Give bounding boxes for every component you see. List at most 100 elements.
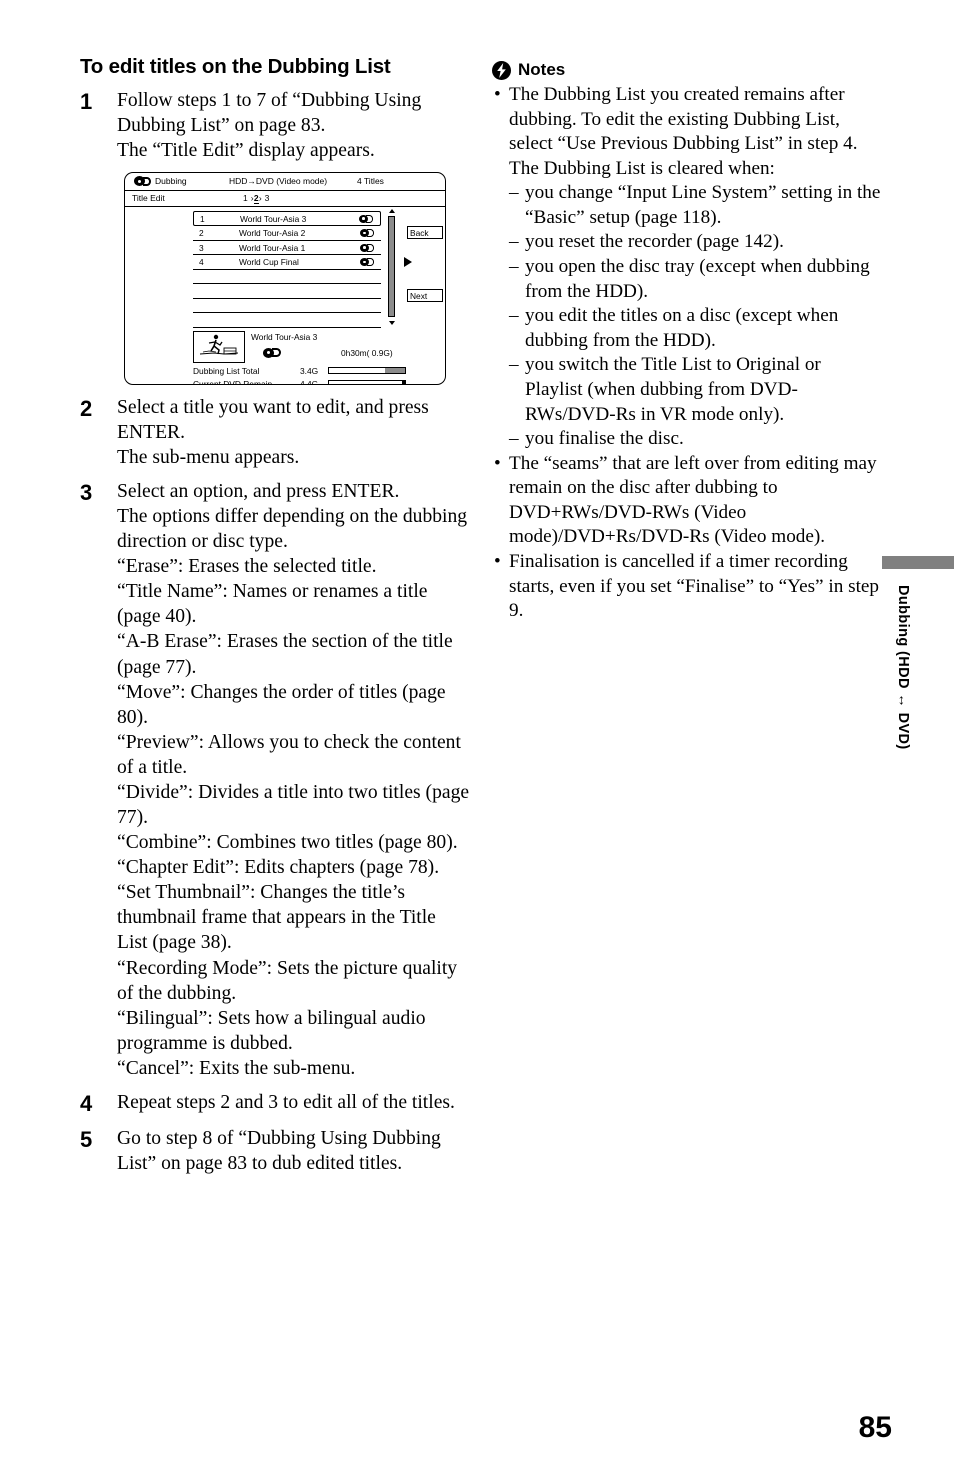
row-title: World Tour-Asia 3 bbox=[240, 213, 307, 224]
row-disc-icon bbox=[359, 214, 374, 223]
step-5: 5 Go to step 8 of “Dubbing Using Dubbing… bbox=[80, 1126, 470, 1176]
note-subitem: you change “Input Line System” setting i… bbox=[509, 181, 882, 230]
row-title: World Cup Final bbox=[239, 257, 299, 268]
note-item: The Dubbing List you created remains aft… bbox=[492, 83, 882, 452]
step-3: 3 Select an option, and press ENTER. The… bbox=[80, 479, 470, 1081]
meter-label: Current DVD Remain bbox=[193, 378, 273, 385]
step-line: “Divide”: Divides a title into two title… bbox=[117, 781, 470, 829]
step-text: Select an option, and press ENTER. The o… bbox=[117, 479, 470, 1081]
step-line: “Recording Mode”: Sets the picture quali… bbox=[117, 957, 458, 1004]
next-button[interactable]: Next bbox=[407, 288, 443, 302]
step-line: “Bilingual”: Sets how a bilingual audio … bbox=[117, 1007, 426, 1054]
note-subitem: you finalise the disc. bbox=[509, 427, 882, 452]
screen-header-label: Dubbing bbox=[155, 176, 187, 187]
step-2: 2 Select a title you want to edit, and p… bbox=[80, 395, 470, 470]
step-line: Select an option, and press ENTER. bbox=[117, 481, 400, 503]
row-title: World Tour-Asia 2 bbox=[239, 228, 306, 239]
meter-label: Dubbing List Total bbox=[193, 365, 260, 376]
notes-header: Notes bbox=[492, 60, 882, 80]
side-tab-label: Dubbing (HDD ↔ DVD) bbox=[895, 585, 911, 750]
step-line: “Preview”: Allows you to check the conte… bbox=[117, 731, 461, 778]
page-title: To edit titles on the Dubbing List bbox=[80, 55, 391, 78]
meter-value: 4.4G bbox=[300, 378, 319, 385]
note-subitem: you reset the recorder (page 142). bbox=[509, 230, 882, 255]
page-number: 85 bbox=[858, 1411, 892, 1444]
note-subitem: you edit the titles on a disc (except wh… bbox=[509, 304, 882, 353]
meter-bar bbox=[328, 380, 406, 384]
row-number: 2 bbox=[199, 228, 204, 239]
step-line: Go to step 8 of “Dubbing Using Dubbing L… bbox=[117, 1127, 441, 1174]
row-number: 4 bbox=[199, 257, 204, 268]
step-line: “Chapter Edit”: Edits chapters (page 78)… bbox=[117, 857, 440, 879]
scrollbar-track[interactable] bbox=[388, 215, 395, 317]
table-row[interactable]: 3 World Tour-Asia 1 bbox=[193, 241, 381, 256]
side-chapter-tab: Dubbing (HDD ↔ DVD) bbox=[882, 556, 954, 750]
selected-title-label: World Tour-Asia 3 bbox=[251, 331, 318, 342]
scroll-down-arrow-icon[interactable] bbox=[388, 320, 395, 325]
row-number: 1 bbox=[200, 213, 205, 224]
table-row[interactable]: 1 World Tour-Asia 3 bbox=[193, 210, 381, 227]
step-text: Go to step 8 of “Dubbing Using Dubbing L… bbox=[117, 1126, 470, 1176]
empty-row bbox=[193, 284, 381, 299]
notes-title: Notes bbox=[518, 60, 566, 79]
empty-row bbox=[193, 313, 381, 328]
step-number: 3 bbox=[80, 480, 93, 506]
empty-row bbox=[193, 270, 381, 285]
step-line: The options differ depending on the dubb… bbox=[117, 506, 468, 553]
scroll-up-arrow-icon[interactable] bbox=[388, 208, 395, 213]
disc-icon bbox=[134, 176, 151, 187]
step-line: “Erase”: Erases the selected title. bbox=[117, 556, 377, 578]
manual-page: To edit titles on the Dubbing List 1 Fol… bbox=[0, 0, 954, 1483]
row-title: World Tour-Asia 1 bbox=[239, 242, 306, 253]
notes-list: The Dubbing List you created remains aft… bbox=[492, 83, 882, 624]
step-line: “Set Thumbnail”: Changes the title’s thu… bbox=[117, 882, 436, 954]
step-line: “Cancel”: Exits the sub-menu. bbox=[117, 1057, 356, 1079]
step-line: Repeat steps 2 and 3 to edit all of the … bbox=[117, 1091, 455, 1113]
scrollbar[interactable] bbox=[387, 208, 397, 325]
step-line: Follow steps 1 to 7 of “Dubbing Using Du… bbox=[117, 89, 422, 136]
note-subitem: you switch the Title List to Original or… bbox=[509, 353, 882, 427]
runner-sketch-icon bbox=[199, 334, 239, 355]
back-button[interactable]: Back bbox=[407, 225, 443, 239]
arrow-right-icon bbox=[404, 256, 412, 267]
screen-step-indicator: 1 ›2› 3 bbox=[243, 192, 270, 204]
selected-title-disc-icon bbox=[263, 347, 282, 358]
screen-mode-label: Title Edit bbox=[132, 192, 165, 203]
side-tab-bar bbox=[882, 556, 954, 569]
screen-body: 1 World Tour-Asia 3 2 World Tour-Asia 2 … bbox=[125, 207, 445, 385]
step-line: “Move”: Changes the order of titles (pag… bbox=[117, 681, 446, 728]
scrollbar-thumb[interactable] bbox=[389, 216, 394, 316]
step-indicator-suffix: › 3 bbox=[258, 192, 270, 203]
empty-row bbox=[193, 299, 381, 314]
selected-title-size: 0h30m( 0.9G) bbox=[341, 347, 393, 358]
step-line: The “Title Edit” display appears. bbox=[117, 139, 375, 161]
screen-header-count: 4 Titles bbox=[357, 176, 384, 187]
note-item: Finalisation is cancelled if a timer rec… bbox=[492, 550, 882, 624]
screen-header-mode: HDD→DVD (Video mode) bbox=[229, 176, 328, 187]
row-disc-icon bbox=[360, 258, 375, 267]
screen-subheader: Title Edit 1 ›2› 3 bbox=[125, 191, 445, 207]
note-text: The Dubbing List you created remains aft… bbox=[509, 84, 858, 179]
table-row[interactable]: 2 World Tour-Asia 2 bbox=[193, 226, 381, 241]
step-number: 5 bbox=[80, 1126, 93, 1152]
step-text: Follow steps 1 to 7 of “Dubbing Using Du… bbox=[117, 88, 470, 163]
row-disc-icon bbox=[360, 229, 375, 238]
step-number: 2 bbox=[80, 395, 93, 421]
thumbnail-preview bbox=[193, 330, 245, 363]
step-4: 4 Repeat steps 2 and 3 to edit all of th… bbox=[80, 1090, 470, 1117]
step-line: “Title Name”: Names or renames a title (… bbox=[117, 581, 428, 628]
step-text: Select a title you want to edit, and pre… bbox=[117, 395, 470, 470]
meter-bar bbox=[328, 367, 406, 375]
step-line: “Combine”: Combines two titles (page 80)… bbox=[117, 832, 458, 854]
note-lightning-icon bbox=[492, 60, 511, 80]
row-number: 3 bbox=[199, 242, 204, 253]
note-item: The “seams” that are left over from edit… bbox=[492, 452, 882, 550]
step-line: The sub-menu appears. bbox=[117, 446, 300, 468]
title-list: 1 World Tour-Asia 3 2 World Tour-Asia 2 … bbox=[193, 210, 381, 328]
dubbing-list-total-meter: Dubbing List Total 3.4G bbox=[193, 366, 408, 377]
notes-column: Notes The Dubbing List you created remai… bbox=[492, 60, 882, 624]
step-1: 1 Follow steps 1 to 7 of “Dubbing Using … bbox=[80, 88, 470, 163]
step-number: 1 bbox=[80, 88, 93, 114]
tv-screen: Dubbing HDD→DVD (Video mode) 4 Titles Ti… bbox=[124, 171, 446, 385]
table-row[interactable]: 4 World Cup Final bbox=[193, 255, 381, 270]
